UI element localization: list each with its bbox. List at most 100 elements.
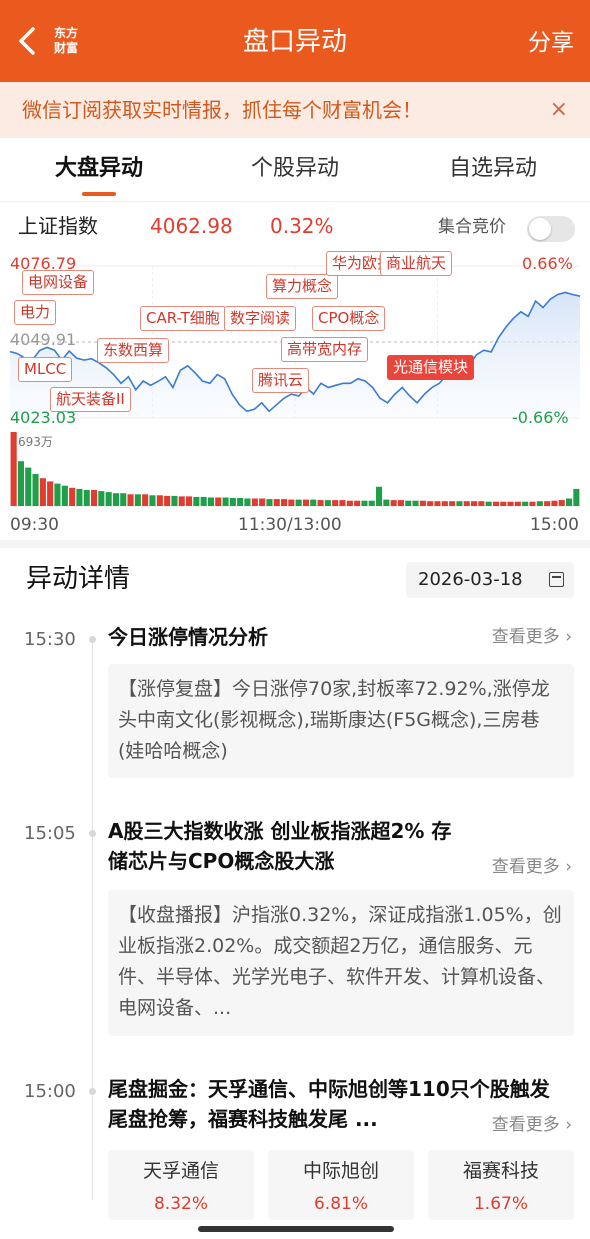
tag-huawei-euler[interactable]: 华为欧拉 xyxy=(326,251,384,276)
tab-market-movement[interactable]: 大盘异动 xyxy=(24,152,174,186)
tag-digital-reading[interactable]: 数字阅读 xyxy=(224,306,297,331)
view-more-link[interactable]: 查看更多 › xyxy=(492,855,572,879)
x-label-midday: 11:30/13:00 xyxy=(238,515,342,535)
tag-commercial-aerospace[interactable]: 商业航天 xyxy=(380,251,453,276)
volume-bar xyxy=(69,487,76,506)
subscribe-banner[interactable]: 微信订阅获取实时情报，抓住每个财富机会！ × xyxy=(0,82,590,138)
volume-bar xyxy=(456,501,463,506)
volume-bar xyxy=(186,496,193,506)
date-value[interactable]: 2026-03-18 xyxy=(418,569,523,590)
volume-bar xyxy=(105,492,112,506)
volume-bar xyxy=(91,490,98,506)
volume-bar xyxy=(76,488,83,506)
view-more-link[interactable]: 查看更多 › xyxy=(492,625,572,649)
tag-car-t[interactable]: CAR-T细胞 xyxy=(140,306,226,331)
stock-name: 中际旭创 xyxy=(302,1160,379,1182)
volume-bar xyxy=(383,499,390,506)
tag-computing-power[interactable]: 算力概念 xyxy=(266,274,339,299)
volume-bar xyxy=(61,485,68,506)
volume-bar xyxy=(566,498,573,506)
volume-bar xyxy=(361,500,368,506)
active-tab-indicator xyxy=(82,192,116,196)
volume-bar xyxy=(47,481,54,506)
volume-bar xyxy=(127,494,134,506)
calendar-icon[interactable] xyxy=(549,572,564,587)
volume-bar xyxy=(134,494,141,506)
view-more-link[interactable]: 查看更多 › xyxy=(485,1113,572,1137)
event-summary[interactable]: 【收盘播报】沪指涨0.32%，深证成指涨1.05%，创业板指涨2.02%。成交额… xyxy=(108,890,574,1036)
tab-watchlist-movement[interactable]: 自选异动 xyxy=(418,152,568,186)
volume-bar xyxy=(266,499,273,506)
volume-bar xyxy=(390,500,397,506)
auction-label: 集合竞价 xyxy=(438,217,506,237)
volume-bar xyxy=(222,497,229,506)
event-time: 15:05 xyxy=(24,823,76,844)
banner-text[interactable]: 微信订阅获取实时情报，抓住每个财富机会！ xyxy=(22,95,422,125)
pct-bottom-label: -0.66% xyxy=(512,408,569,427)
volume-bar xyxy=(558,500,565,506)
tag-aerospace-equipment[interactable]: 航天装备II xyxy=(50,387,131,412)
tag-tencent-cloud[interactable]: 腾讯云 xyxy=(252,368,310,393)
volume-bar xyxy=(156,495,163,506)
date-selector[interactable]: 2026-03-18 xyxy=(406,562,574,598)
volume-bar xyxy=(514,501,521,506)
volume-bar xyxy=(200,496,207,506)
volume-bar xyxy=(10,432,17,506)
home-indicator xyxy=(198,1226,394,1232)
volume-bar xyxy=(573,488,580,506)
volume-bar xyxy=(317,500,324,506)
timeline-line xyxy=(92,640,93,1200)
volume-bar xyxy=(368,500,375,506)
close-icon[interactable]: × xyxy=(550,95,568,125)
details-heading: 异动详情 xyxy=(26,564,131,594)
y-mid-label: 4049.91 xyxy=(10,330,77,349)
tag-hbm[interactable]: 高带宽内存 xyxy=(281,337,369,362)
volume-bar xyxy=(354,500,361,506)
tag-mlcc[interactable]: MLCC xyxy=(18,357,73,382)
volume-bar xyxy=(142,494,149,506)
volume-bar xyxy=(339,500,346,506)
volume-bar xyxy=(463,501,470,506)
x-label-open: 09:30 xyxy=(10,515,59,535)
timeline-dot xyxy=(89,1088,96,1095)
timeline-dot xyxy=(89,830,96,837)
stock-card[interactable]: 天孚通信 8.32% xyxy=(108,1150,254,1220)
page-title: 盘口异动 xyxy=(242,27,347,57)
volume-bar xyxy=(237,498,244,506)
toggle-knob xyxy=(529,218,551,240)
tab-bar: 大盘异动 个股异动 自选异动 xyxy=(0,138,590,202)
tag-grid-equipment[interactable]: 电网设备 xyxy=(22,270,95,295)
tag-electric-power[interactable]: 电力 xyxy=(14,300,57,325)
tag-east-data-west-compute[interactable]: 东数西算 xyxy=(97,338,170,363)
stock-card[interactable]: 中际旭创 6.81% xyxy=(268,1150,414,1220)
volume-bar xyxy=(54,483,61,506)
volume-bar xyxy=(281,499,288,506)
index-summary: 上证指数 4062.98 0.32% 集合竞价 xyxy=(0,204,590,248)
share-button[interactable]: 分享 xyxy=(528,26,574,60)
volume-bar xyxy=(120,493,127,506)
volume-bar xyxy=(25,467,32,506)
event-title[interactable]: A股三大指数收涨 创业板指涨超2% 存储芯片与CPO概念股大涨 xyxy=(108,816,458,876)
volume-bar xyxy=(193,496,200,506)
volume-bar xyxy=(17,461,24,506)
tab-stock-movement[interactable]: 个股异动 xyxy=(220,152,370,186)
x-label-close: 15:00 xyxy=(530,515,579,535)
tag-optical-module[interactable]: 光通信模块 xyxy=(387,355,475,380)
volume-bar xyxy=(215,497,222,506)
volume-bar xyxy=(471,501,478,506)
event-time: 15:30 xyxy=(24,629,76,650)
volume-bar xyxy=(346,500,353,506)
tag-cpo[interactable]: CPO概念 xyxy=(312,306,386,331)
volume-bars xyxy=(10,432,580,506)
index-change-pct: 0.32% xyxy=(270,214,334,238)
volume-bar xyxy=(376,486,383,506)
event-summary[interactable]: 【涨停复盘】今日涨停70家,封板率72.92%,涨停龙头中南文化(影视概念),瑞… xyxy=(108,664,574,778)
index-value: 4062.98 xyxy=(150,214,233,238)
volume-bar xyxy=(229,498,236,506)
volume-bar xyxy=(288,499,295,506)
volume-bar xyxy=(39,478,46,506)
section-divider xyxy=(0,540,590,548)
stock-card[interactable]: 福赛科技 1.67% xyxy=(428,1150,574,1220)
volume-bar xyxy=(412,500,419,506)
auction-toggle[interactable] xyxy=(527,216,575,242)
